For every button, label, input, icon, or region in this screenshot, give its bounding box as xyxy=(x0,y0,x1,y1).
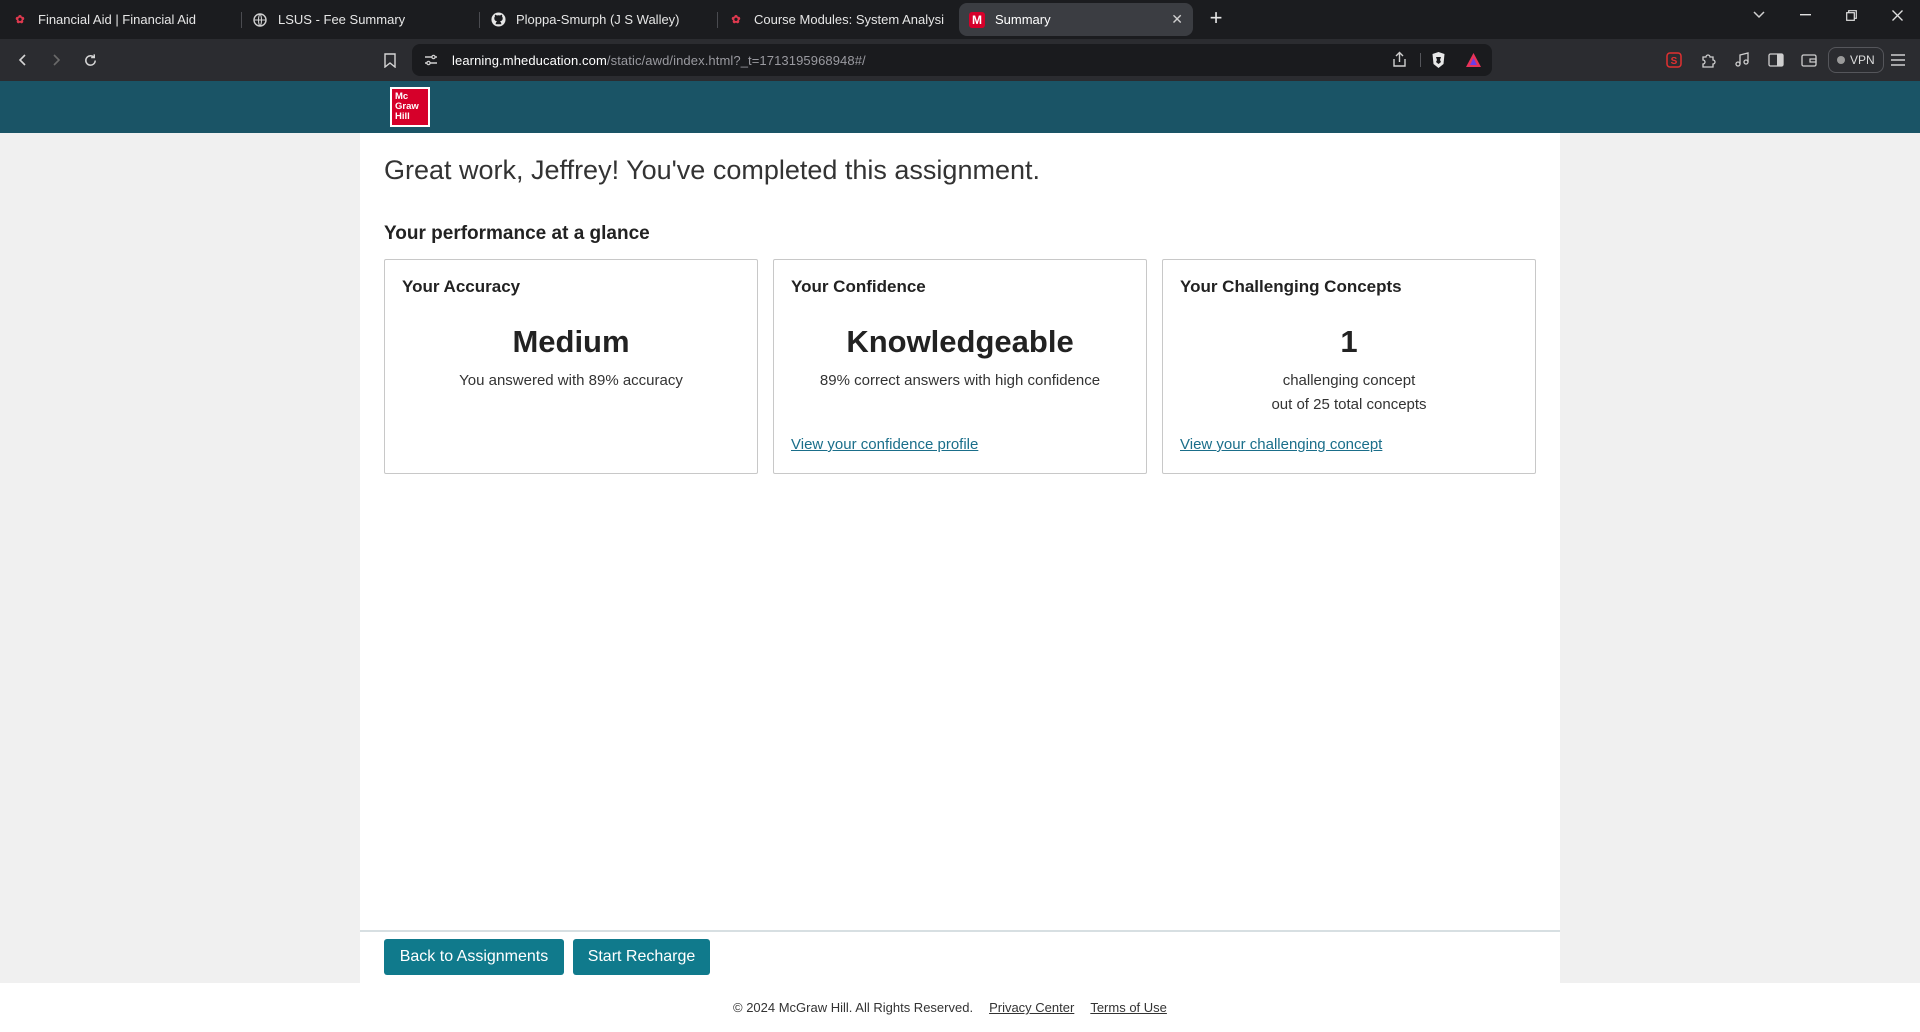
browser-toolbar: learning.mheducation.com/static/awd/inde… xyxy=(0,39,1920,81)
privacy-center-link[interactable]: Privacy Center xyxy=(989,1000,1074,1015)
back-to-assignments-button[interactable]: Back to Assignments xyxy=(384,939,564,975)
page-title: Great work, Jeffrey! You've completed th… xyxy=(384,155,1040,185)
card-title: Your Challenging Concepts xyxy=(1180,277,1402,296)
sidebar-toggle-icon[interactable] xyxy=(1764,48,1788,72)
tab-title: LSUS - Fee Summary xyxy=(278,12,406,27)
svg-text:S: S xyxy=(1671,56,1678,67)
challenging-concepts-description: challenging concept xyxy=(1282,372,1416,389)
footer-links: © 2024 McGraw Hill. All Rights Reserved.… xyxy=(733,1000,1167,1015)
new-tab-button[interactable]: + xyxy=(1204,7,1228,31)
start-recharge-button[interactable]: Start Recharge xyxy=(573,939,710,975)
forward-arrow-icon[interactable] xyxy=(43,48,69,72)
mcgraw-hill-logo[interactable]: Mc Graw Hill xyxy=(390,87,430,127)
confidence-description: 89% correct answers with high confidence xyxy=(819,372,1101,389)
url-separator xyxy=(1420,53,1421,67)
accuracy-description: You answered with 89% accuracy xyxy=(459,372,683,389)
tab-github[interactable]: Ploppa-Smurph (J S Walley) xyxy=(480,3,716,36)
total-concepts-description: out of 25 total concepts xyxy=(1271,396,1427,413)
site-settings-icon[interactable] xyxy=(423,52,439,73)
footer-divider xyxy=(360,930,1560,932)
browser-tab-strip: ✿ Financial Aid | Financial Aid LSUS - F… xyxy=(0,0,1920,39)
mcgraw-hill-m-icon: M xyxy=(969,11,985,28)
confidence-card: Your Confidence Knowledgeable 89% correc… xyxy=(773,259,1147,474)
tab-summary[interactable]: M Summary ✕ xyxy=(959,3,1193,36)
address-bar[interactable]: learning.mheducation.com/static/awd/inde… xyxy=(412,44,1492,76)
reload-icon[interactable] xyxy=(77,48,103,72)
accuracy-value: Medium xyxy=(512,324,630,359)
copyright-text: © 2024 McGraw Hill. All Rights Reserved. xyxy=(733,1000,974,1015)
tab-title: Summary xyxy=(995,12,1051,27)
lsus-logo-icon: ✿ xyxy=(15,14,25,26)
tab-search-chevron-icon[interactable] xyxy=(1736,0,1782,30)
card-title: Your Confidence xyxy=(791,277,926,296)
card-title: Your Accuracy xyxy=(402,277,521,296)
brave-rewards-icon[interactable] xyxy=(1465,52,1482,73)
performance-heading: Your performance at a glance xyxy=(384,223,650,244)
bookmark-icon[interactable] xyxy=(377,48,403,72)
tab-course-modules[interactable]: ✿ Course Modules: System Analysis and xyxy=(718,3,954,36)
page-footer: © 2024 McGraw Hill. All Rights Reserved.… xyxy=(0,983,1920,1032)
brave-shields-icon[interactable] xyxy=(1430,51,1447,74)
logo-line: Hill xyxy=(395,111,410,122)
tab-title: Financial Aid | Financial Aid xyxy=(38,12,197,27)
url-text: learning.mheducation.com/static/awd/inde… xyxy=(452,53,866,68)
close-window-button[interactable] xyxy=(1874,0,1920,30)
url-host: learning.mheducation.com xyxy=(452,52,607,68)
tab-financial-aid[interactable]: ✿ Financial Aid | Financial Aid xyxy=(2,3,240,36)
site-header: Mc Graw Hill xyxy=(0,81,1920,133)
extensions-puzzle-icon[interactable] xyxy=(1696,48,1720,72)
close-tab-icon[interactable]: ✕ xyxy=(1163,11,1183,28)
vpn-status-icon xyxy=(1837,56,1845,64)
extension-s-icon[interactable]: S xyxy=(1662,48,1686,72)
back-arrow-icon[interactable] xyxy=(10,48,36,72)
wallet-icon[interactable] xyxy=(1797,48,1821,72)
view-confidence-profile-link[interactable]: View your confidence profile xyxy=(791,436,978,453)
vpn-label: VPN xyxy=(1850,53,1875,67)
challenging-concepts-count: 1 xyxy=(1340,324,1358,359)
tab-title: Course Modules: System Analysis and xyxy=(754,12,944,27)
menu-hamburger-icon[interactable] xyxy=(1886,48,1910,72)
accuracy-card: Your Accuracy Medium You answered with 8… xyxy=(384,259,758,474)
view-challenging-concept-link[interactable]: View your challenging concept xyxy=(1180,436,1382,453)
globe-icon xyxy=(252,12,268,28)
media-music-icon[interactable] xyxy=(1730,48,1754,72)
tab-fee-summary[interactable]: LSUS - Fee Summary xyxy=(242,3,478,36)
confidence-value: Knowledgeable xyxy=(846,324,1074,359)
lsus-logo-icon: ✿ xyxy=(731,14,741,26)
challenging-concepts-card: Your Challenging Concepts 1 challenging … xyxy=(1162,259,1536,474)
tab-title: Ploppa-Smurph (J S Walley) xyxy=(516,12,680,27)
url-path: /static/awd/index.html?_t=1713195968948#… xyxy=(606,52,866,68)
terms-of-use-link[interactable]: Terms of Use xyxy=(1090,1000,1167,1015)
share-icon[interactable] xyxy=(1391,51,1408,73)
restore-window-button[interactable] xyxy=(1828,0,1874,30)
minimize-window-button[interactable] xyxy=(1782,0,1828,30)
summary-panel: Great work, Jeffrey! You've completed th… xyxy=(360,133,1560,983)
vpn-button[interactable]: VPN xyxy=(1828,47,1884,73)
github-icon xyxy=(490,12,506,28)
